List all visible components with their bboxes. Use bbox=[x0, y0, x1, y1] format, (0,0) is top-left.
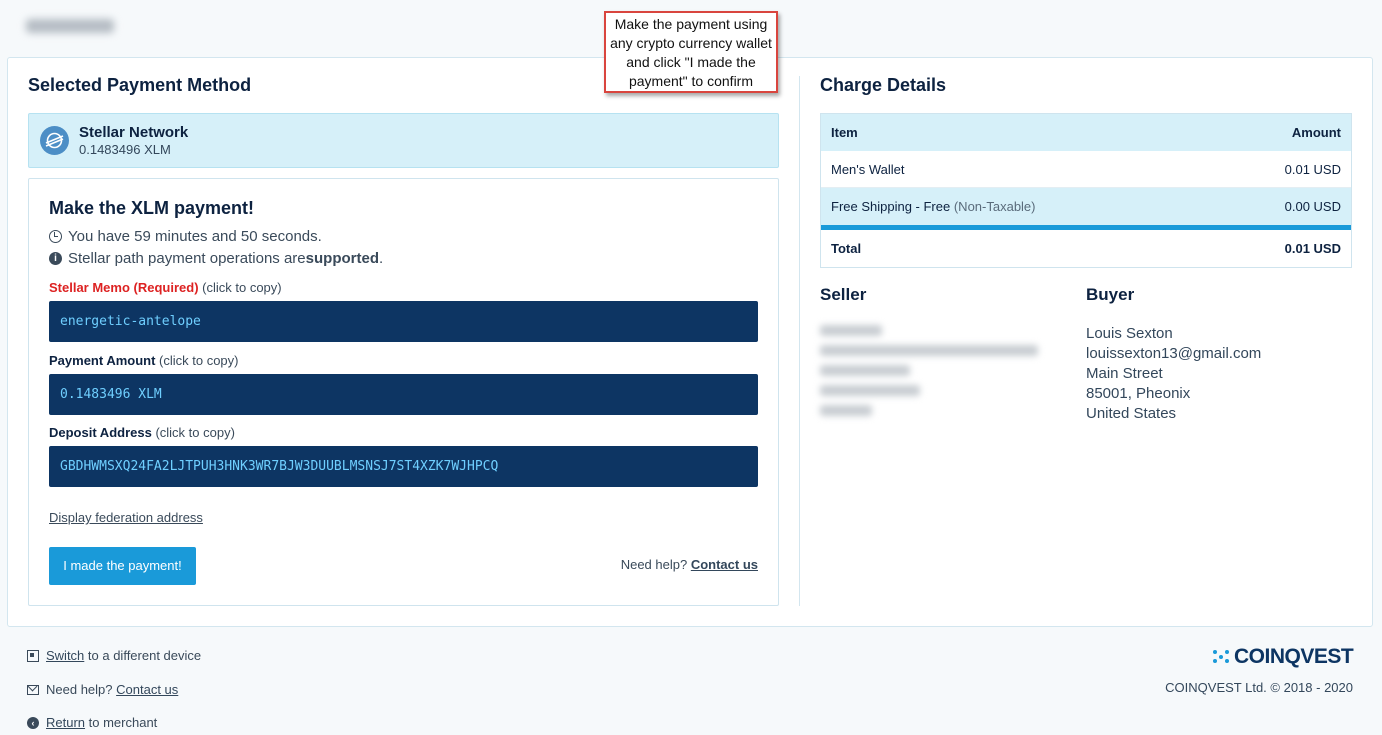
stellar-icon bbox=[40, 126, 69, 155]
column-divider bbox=[799, 76, 800, 606]
path-text-prefix: Stellar path payment operations are bbox=[68, 250, 306, 267]
amount-hint: (click to copy) bbox=[155, 353, 239, 368]
payment-method-box: Stellar Network 0.1483496 XLM bbox=[28, 113, 779, 168]
buyer-name: Louis Sexton bbox=[1086, 325, 1173, 342]
made-payment-button[interactable]: I made the payment! bbox=[49, 547, 196, 585]
coinqvest-logo: COINQVEST bbox=[1212, 645, 1354, 669]
amount-label: Payment Amount (click to copy) bbox=[49, 353, 239, 368]
buyer-street: Main Street bbox=[1086, 365, 1163, 382]
timer-line: You have 59 minutes and 50 seconds. bbox=[49, 228, 322, 245]
total-value: 0.01 USD bbox=[1284, 241, 1341, 256]
brand-name: COINQVEST bbox=[1234, 645, 1354, 668]
memo-label: Stellar Memo (Required) (click to copy) bbox=[49, 280, 282, 295]
path-text-suffix: . bbox=[379, 250, 384, 267]
table-row: Free Shipping - Free (Non-Taxable) 0.00 … bbox=[821, 188, 1351, 225]
buyer-email: louissexton13@gmail.com bbox=[1086, 345, 1262, 362]
amount-label-text: Payment Amount bbox=[49, 353, 156, 368]
return-merchant: ‹ Return to merchant bbox=[27, 715, 157, 730]
column-item: Item bbox=[831, 125, 858, 140]
buyer-address: Louis Sexton louissexton13@gmail.com Mai… bbox=[1086, 324, 1261, 424]
instruction-callout: Make the payment using any crypto curren… bbox=[604, 11, 778, 93]
footer-help-prefix: Need help? bbox=[46, 682, 117, 697]
row-item: Men's Wallet bbox=[831, 162, 905, 177]
row-amount: 0.00 USD bbox=[1284, 199, 1341, 214]
row-item-note: (Non-Taxable) bbox=[950, 199, 1036, 214]
memo-label-text: Stellar Memo (Required) bbox=[49, 280, 199, 295]
seller-address-redacted bbox=[820, 325, 1038, 425]
return-link[interactable]: Return bbox=[46, 715, 85, 730]
row-item: Free Shipping - Free (Non-Taxable) bbox=[831, 188, 1036, 225]
address-label: Deposit Address (click to copy) bbox=[49, 425, 235, 440]
back-arrow-icon: ‹ bbox=[27, 716, 39, 729]
copyright: COINQVEST Ltd. © 2018 - 2020 bbox=[1165, 680, 1353, 695]
federation-address-link[interactable]: Display federation address bbox=[49, 510, 203, 525]
contact-us-link[interactable]: Contact us bbox=[691, 557, 758, 572]
address-copy-field[interactable]: GBDHWMSXQ24FA2LJTPUH3HNK3WR7BJW3DUUBLMSN… bbox=[49, 446, 758, 487]
envelope-icon bbox=[27, 684, 39, 695]
charge-details-title: Charge Details bbox=[820, 75, 947, 95]
column-amount: Amount bbox=[1291, 125, 1341, 140]
timer-text: You have 59 minutes and 50 seconds. bbox=[68, 228, 322, 245]
payment-help-prefix: Need help? bbox=[620, 557, 691, 572]
qr-code-icon bbox=[27, 649, 39, 662]
path-payment-line: i Stellar path payment operations are su… bbox=[49, 250, 383, 267]
table-row: Men's Wallet 0.01 USD bbox=[821, 151, 1351, 188]
path-text-bold: supported bbox=[305, 250, 379, 267]
method-name: Stellar Network bbox=[79, 124, 189, 141]
address-label-text: Deposit Address bbox=[49, 425, 152, 440]
memo-copy-field[interactable]: energetic-antelope bbox=[49, 301, 758, 342]
switch-device: Switch to a different device bbox=[27, 648, 201, 663]
switch-suffix: to a different device bbox=[84, 648, 202, 663]
address-hint: (click to copy) bbox=[151, 425, 235, 440]
total-row: Total 0.01 USD bbox=[821, 230, 1351, 268]
merchant-logo bbox=[26, 14, 114, 38]
total-label: Total bbox=[831, 241, 862, 256]
charge-table: Item Amount Men's Wallet 0.01 USD Free S… bbox=[820, 113, 1352, 268]
payment-title: Make the XLM payment! bbox=[49, 198, 255, 218]
seller-title: Seller bbox=[820, 285, 867, 304]
amount-copy-field[interactable]: 0.1483496 XLM bbox=[49, 374, 758, 415]
memo-hint: (click to copy) bbox=[198, 280, 282, 295]
clock-icon bbox=[49, 230, 62, 243]
footer-contact-link[interactable]: Contact us bbox=[116, 682, 178, 697]
coinqvest-mark-icon bbox=[1212, 648, 1232, 666]
footer-help: Need help? Contact us bbox=[27, 682, 178, 697]
info-icon: i bbox=[49, 252, 62, 265]
row-amount: 0.01 USD bbox=[1284, 162, 1341, 177]
method-amount: 0.1483496 XLM bbox=[79, 142, 171, 157]
row-item-text: Free Shipping - Free bbox=[831, 199, 951, 214]
return-suffix: to merchant bbox=[85, 715, 158, 730]
switch-link[interactable]: Switch bbox=[46, 648, 84, 663]
payment-panel: Make the XLM payment! You have 59 minute… bbox=[28, 178, 779, 606]
buyer-title: Buyer bbox=[1086, 285, 1135, 304]
buyer-city: 85001, Pheonix bbox=[1086, 385, 1191, 402]
payment-help: Need help? Contact us bbox=[621, 557, 758, 572]
buyer-country: United States bbox=[1086, 405, 1177, 422]
table-header: Item Amount bbox=[821, 114, 1351, 151]
selected-method-title: Selected Payment Method bbox=[28, 75, 252, 95]
